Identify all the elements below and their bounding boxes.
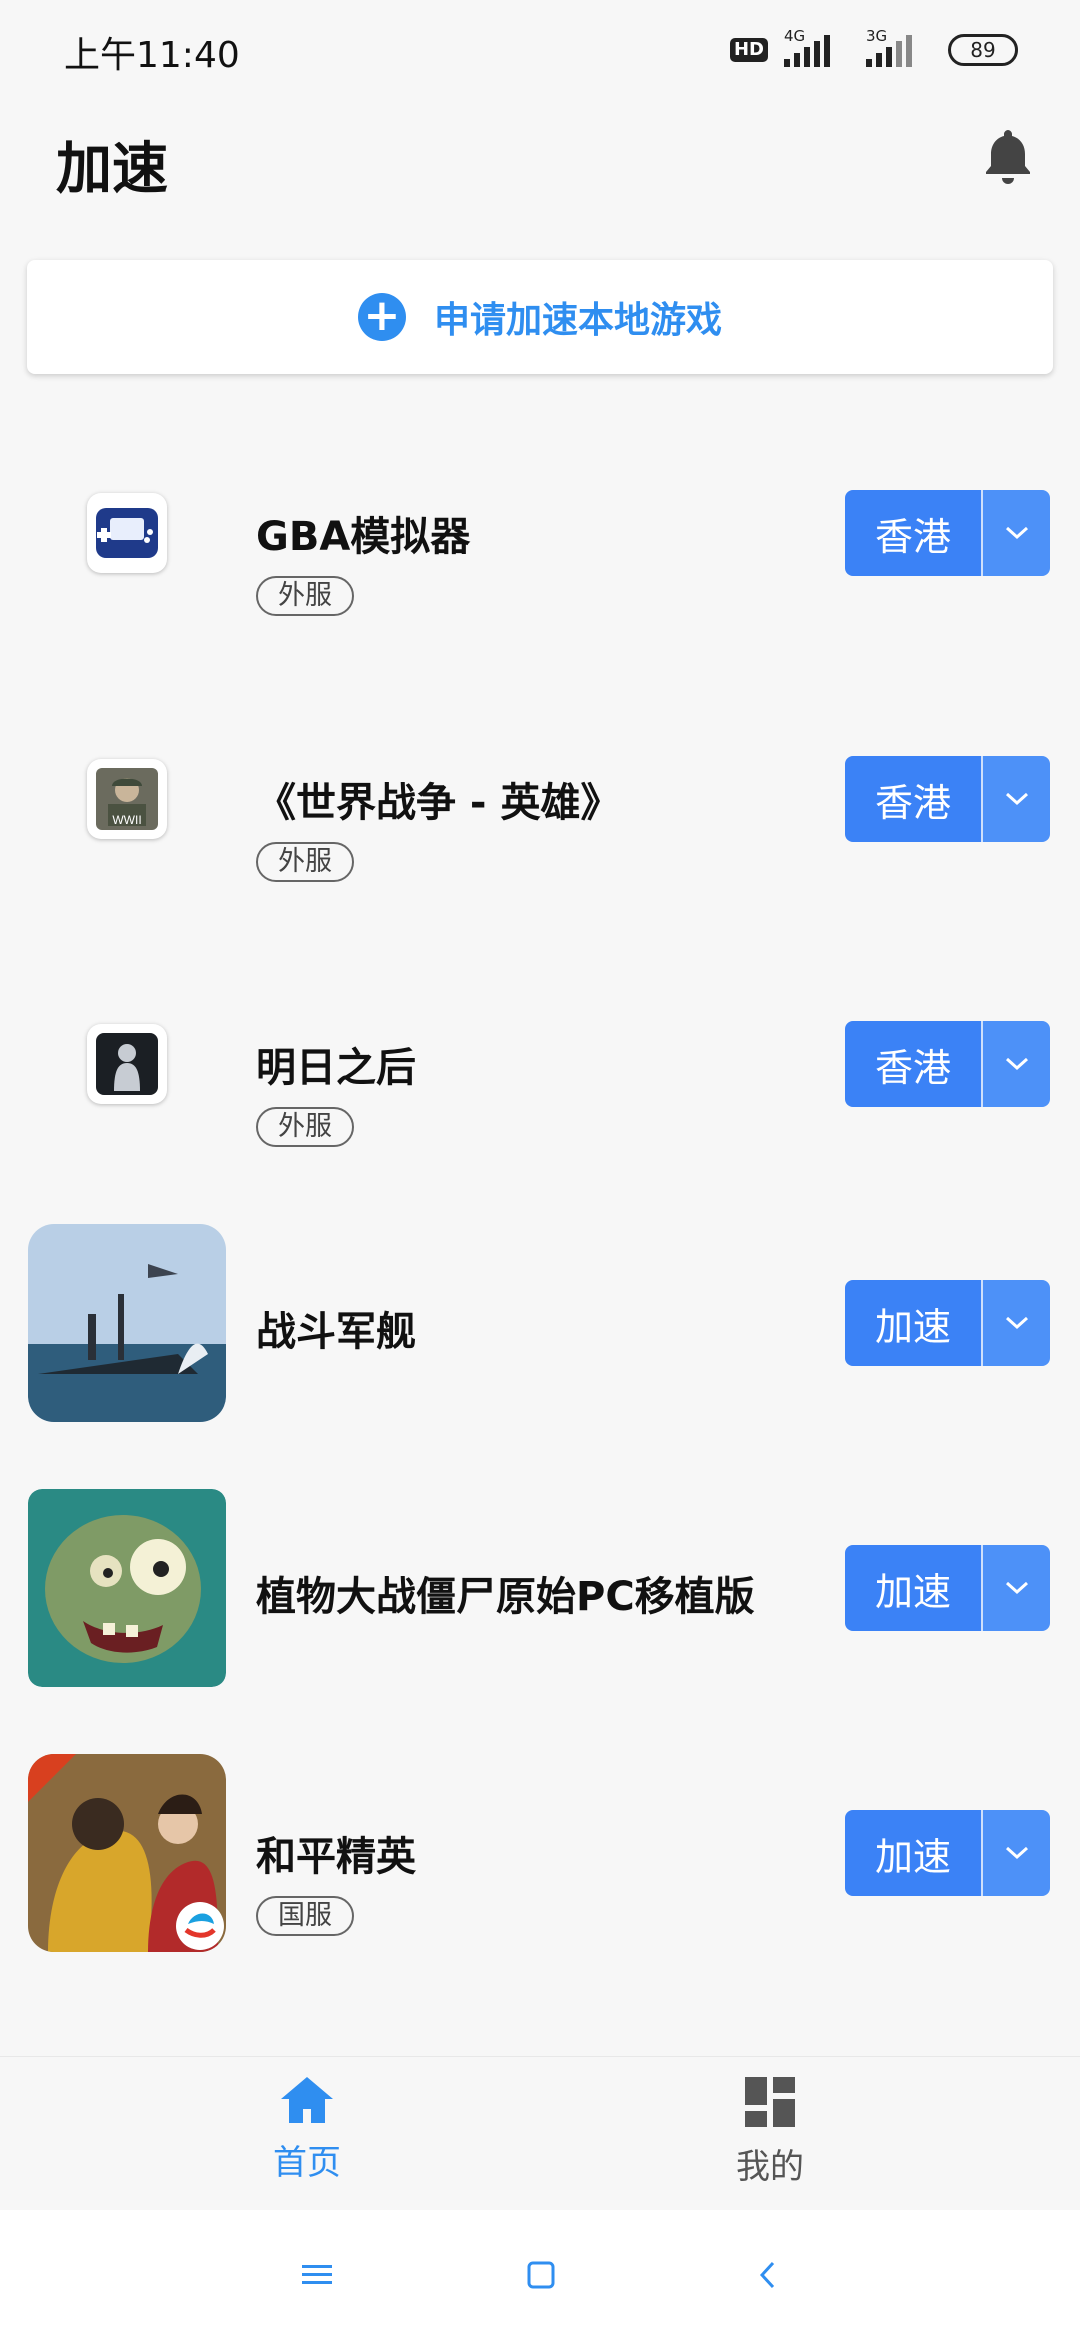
accelerate-button-group: 加速 [845,1545,1050,1631]
menu-icon[interactable] [292,2250,342,2300]
tab-mine[interactable]: 我的 [670,2075,870,2195]
chevron-down-icon[interactable] [981,756,1050,842]
region-tag: 国服 [256,1896,354,1936]
add-local-game-label: 申请加速本地游戏 [433,300,722,341]
list-item[interactable]: WWII 《世界战争 - 英雄》 外服 香港 [0,700,1080,900]
list-item[interactable]: 明日之后 外服 香港 [0,965,1080,1165]
game-title: GBA模拟器 [256,514,471,560]
chevron-down-icon[interactable] [981,1021,1050,1107]
region-tag: 外服 [256,842,354,882]
zombie-icon [28,1489,226,1687]
accelerate-button-group: 香港 [845,490,1050,576]
chevron-down-icon[interactable] [981,490,1050,576]
silhouette-icon [87,1024,167,1104]
game-title: 战斗军舰 [256,1309,416,1355]
region-button[interactable]: 香港 [845,1021,981,1107]
home-icon [281,2077,333,2123]
bottom-nav: 首页 我的 [0,2056,1080,2210]
dashboard-icon [745,2077,795,2127]
region-button[interactable]: 香港 [845,490,981,576]
tab-home[interactable]: 首页 [207,2075,407,2195]
region-tag: 外服 [256,576,354,616]
region-button[interactable]: 香港 [845,756,981,842]
status-bar: 上午11:40 HD 4G 3G 89 [0,0,1080,100]
list-item[interactable]: 和平精英 国服 加速 [0,1754,1080,1954]
game-title: 植物大战僵尸原始PC移植版 [256,1574,755,1620]
bell-icon[interactable] [976,124,1040,188]
accelerate-button-group: 香港 [845,1021,1050,1107]
list-item[interactable]: 植物大战僵尸原始PC移植版 加速 [0,1489,1080,1689]
tab-home-label: 首页 [273,2143,341,2183]
accelerate-button-group: 香港 [845,756,1050,842]
region-tag: 外服 [256,1107,354,1147]
home-square-icon[interactable] [516,2250,566,2300]
game-title: 和平精英 [256,1834,416,1880]
accelerate-button-group: 加速 [845,1810,1050,1896]
list-item[interactable]: 战斗军舰 加速 [0,1224,1080,1424]
status-icons: HD 4G 3G 89 [729,27,1018,70]
gba-emulator-icon [87,493,167,573]
battery-icon: 89 [948,34,1018,66]
wwii-soldier-icon: WWII [87,759,167,839]
back-icon[interactable] [742,2250,792,2300]
list-item[interactable]: GBA模拟器 外服 香港 [0,434,1080,634]
system-nav-bar [0,2210,1080,2340]
svg-text:WWII: WWII [112,813,141,827]
app-header: 加速 [0,100,1080,230]
status-time: 上午11:40 [64,35,240,76]
game-title: 《世界战争 - 英雄》 [256,780,621,826]
plus-circle-icon: + [357,293,406,341]
signal-3g-icon: 3G [866,27,932,67]
battleship-icon [28,1224,226,1422]
accelerate-button[interactable]: 加速 [845,1810,981,1896]
tab-mine-label: 我的 [736,2147,804,2187]
hd-icon: HD [729,38,768,62]
chevron-down-icon[interactable] [981,1280,1050,1366]
chevron-down-icon[interactable] [981,1810,1050,1896]
accelerate-button-group: 加速 [845,1280,1050,1366]
game-title: 明日之后 [256,1045,416,1091]
signal-4g-icon: 4G [784,27,850,67]
peace-elite-icon [28,1754,226,1952]
accelerate-button[interactable]: 加速 [845,1280,981,1366]
accelerate-button[interactable]: 加速 [845,1545,981,1631]
page-title: 加速 [56,137,168,202]
add-local-game-button[interactable]: + 申请加速本地游戏 [27,260,1053,374]
chevron-down-icon[interactable] [981,1545,1050,1631]
